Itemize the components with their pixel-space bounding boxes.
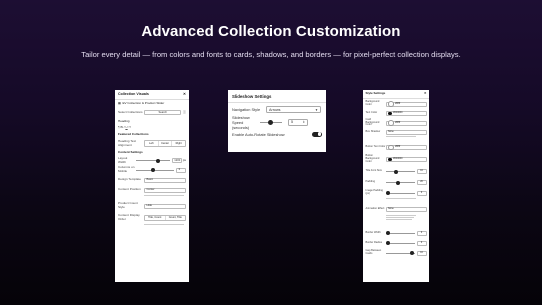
bold-icon[interactable]: B — [121, 125, 123, 130]
design-template-select[interactable]: Basic — [144, 177, 186, 183]
style-settings-panel: Style Settings ✕ Background Color #fffff… — [363, 90, 429, 282]
search-button[interactable]: Search — [144, 110, 182, 115]
chevron-down-icon: ▼ — [315, 107, 318, 112]
display-option-count-title[interactable]: Count, Title — [166, 216, 186, 220]
animation-effect-label: Animation Effect — [365, 206, 385, 210]
collection-visuals-panel: Collection Visuals ✕ ▦ EV Collection & P… — [115, 90, 189, 282]
slideshow-speed-slider[interactable] — [260, 119, 282, 125]
product-count-select[interactable]: Hide — [144, 203, 186, 209]
font-size-label: Title Font Size — [365, 169, 382, 173]
panel-title: Collection Visuals — [118, 92, 149, 97]
align-left-option[interactable]: Left — [145, 141, 159, 146]
alignment-segmented-control: Left Center Right — [144, 140, 186, 147]
layout-width-unit: px — [182, 157, 186, 162]
color-swatch[interactable] — [388, 120, 394, 126]
help-text-line — [363, 198, 429, 205]
content-settings-heading: Content Settings — [118, 150, 143, 154]
border-radius-label: Border Radius — [365, 240, 383, 244]
panel-title: Style Settings — [365, 91, 386, 96]
card-background-input[interactable]: #ffffff — [385, 120, 427, 126]
image-padding-label: Image Padding (px) — [365, 189, 383, 195]
content-display-label: Content Display Order — [118, 213, 140, 221]
heading-label: Heading — [118, 118, 130, 123]
page-title: Advanced Collection Customization — [141, 23, 401, 40]
slideshow-speed-label: Slideshow Speed (seconds) — [232, 114, 250, 130]
columns-mobile-label: Columns on Mobile — [118, 165, 135, 173]
border-radius-input[interactable]: 0 — [416, 240, 427, 246]
content-display-control: Title, Count Count, Title — [144, 214, 186, 222]
gap-slider[interactable] — [385, 251, 415, 255]
border-width-label: Border Width — [365, 230, 381, 234]
columns-mobile-input[interactable]: 3 — [176, 167, 186, 173]
box-shadow-select[interactable]: None — [385, 129, 427, 135]
help-text-block — [363, 215, 429, 228]
color-swatch[interactable] — [388, 144, 394, 151]
text-color-input[interactable]: #000000 — [385, 111, 427, 116]
auto-rotate-toggle[interactable] — [312, 131, 322, 137]
color-swatch[interactable] — [388, 101, 394, 107]
link-icon[interactable]: ⚯ — [129, 125, 132, 130]
background-color-input[interactable]: #ffffff — [385, 101, 427, 107]
image-padding-input[interactable]: 0 — [416, 190, 427, 196]
italic-icon[interactable]: I — [124, 125, 125, 130]
padding-input[interactable]: 20 — [416, 180, 427, 185]
layout-width-input[interactable]: 1200 — [171, 158, 182, 163]
auto-rotate-label: Enable Auto-Rotate Slideshow — [232, 131, 285, 137]
gap-input[interactable]: 16 — [416, 250, 427, 256]
button-text-color-input[interactable]: #ffffff — [385, 144, 427, 151]
help-text-line — [115, 224, 189, 227]
padding-slider[interactable] — [385, 180, 415, 185]
border-radius-slider[interactable] — [385, 241, 415, 245]
text-color-label: Text Color — [365, 111, 378, 115]
button-background-label: Button Background Color — [365, 154, 380, 163]
layout-width-slider[interactable] — [136, 158, 170, 163]
layout-width-label: Layout Width — [118, 155, 128, 164]
button-text-color-label: Button Text Color — [365, 145, 386, 149]
design-template-label: Design Template — [118, 177, 141, 182]
color-swatch[interactable] — [388, 157, 392, 162]
animation-effect-select[interactable]: None — [385, 206, 427, 212]
slideshow-speed-input[interactable]: 5 ⇕ — [288, 118, 308, 126]
content-position-label: Content Position — [118, 187, 141, 192]
background-color-label: Background Color — [365, 100, 380, 106]
slideshow-settings-panel: Slideshow Settings Navigation Style Arro… — [228, 90, 326, 152]
paragraph-icon[interactable]: ¶ — [118, 125, 120, 130]
font-size-slider[interactable] — [385, 169, 415, 174]
underline-icon[interactable]: U — [125, 125, 127, 130]
stepper-icon: ⇕ — [302, 120, 305, 124]
gap-label: Gap Between Cards — [365, 249, 382, 255]
card-background-label: Card Background Color — [365, 117, 380, 127]
select-collections-label: Select Collections — [118, 109, 143, 114]
columns-mobile-slider[interactable] — [136, 168, 174, 172]
collection-name: EV Collection & Product Slider — [122, 100, 165, 105]
info-icon[interactable]: ⓘ — [183, 110, 186, 115]
font-size-input[interactable]: 16 — [416, 169, 427, 174]
panel-title: Slideshow Settings — [228, 90, 326, 103]
border-width-slider[interactable] — [385, 231, 415, 235]
page-subtitle: Tailor every detail — from colors and fo… — [81, 50, 461, 59]
navigation-style-select[interactable]: Arrows ▼ — [266, 106, 321, 113]
close-icon[interactable]: ✕ — [424, 91, 427, 95]
display-option-title-count[interactable]: Title, Count — [145, 215, 166, 221]
content-position-select[interactable]: Center — [144, 187, 186, 193]
border-width-input[interactable]: 0 — [416, 230, 427, 236]
button-background-input[interactable]: #000000 — [385, 157, 427, 162]
close-icon[interactable]: ✕ — [183, 92, 186, 96]
heading-input[interactable]: Featured Collections — [118, 132, 149, 137]
padding-label: Padding — [365, 180, 376, 184]
box-shadow-label: Box Shadow — [365, 129, 381, 133]
heading-alignment-label: Heading Text Alignment — [118, 138, 137, 147]
image-padding-slider[interactable] — [385, 191, 415, 195]
align-center-option[interactable]: Center — [159, 141, 173, 146]
color-swatch[interactable] — [388, 111, 392, 116]
product-count-label: Product Count Style — [118, 201, 138, 209]
navigation-style-label: Navigation Style — [232, 107, 261, 112]
align-right-option[interactable]: Right — [172, 141, 185, 145]
collection-icon: ▦ — [118, 100, 121, 105]
